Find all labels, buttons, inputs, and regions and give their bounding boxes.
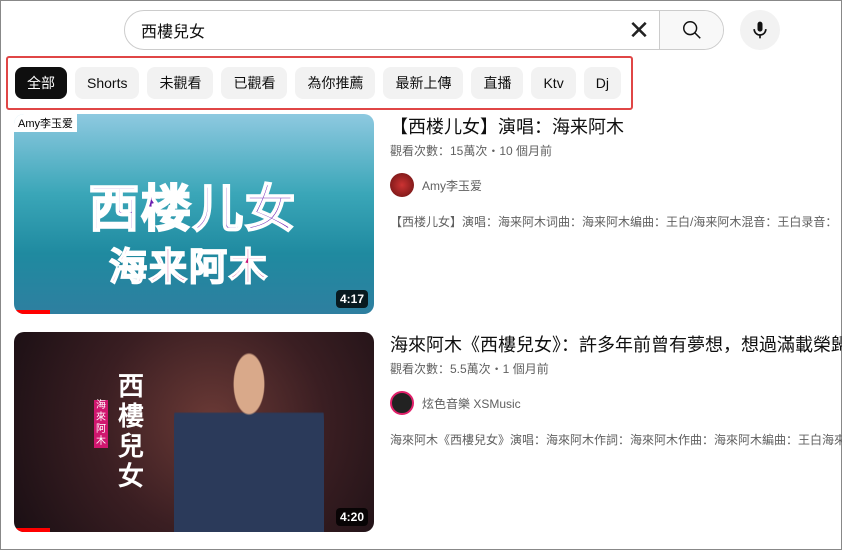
chip-all[interactable]: 全部 [15, 67, 67, 99]
video-title[interactable]: 【西楼儿女】演唱：海来阿木 [390, 114, 842, 140]
clear-icon[interactable]: ✕ [619, 11, 659, 49]
thumbnail-subtitle: 海来阿木 [108, 246, 270, 290]
video-meta: 觀看次數：15萬次・10 個月前 [390, 144, 553, 158]
channel-name[interactable]: Amy李玉爱 [422, 177, 482, 194]
watch-progress [14, 310, 50, 314]
thumbnail-title: 西樓兒女 [118, 372, 145, 492]
duration-badge: 4:20 [335, 508, 368, 526]
video-title[interactable]: 海來阿木《西樓兒女》：許多年前曾有夢想，想過滿載榮歸 [390, 332, 842, 358]
chip-shorts[interactable]: Shorts [75, 67, 140, 99]
singer-figure [174, 347, 324, 532]
video-description: 【西楼儿女】演唱：海来阿木词曲：海来阿木编曲：王白/海来阿木混音：王白录音： [390, 215, 838, 229]
chip-recent[interactable]: 最新上傳 [383, 67, 464, 99]
watch-progress [14, 528, 50, 532]
video-meta: 觀看次數：5.5萬次・1 個月前 [390, 362, 549, 376]
video-info: 【西楼儿女】演唱：海来阿木 觀看次數：15萬次・10 個月前 Amy李玉爱 【西… [390, 114, 842, 230]
chip-recommended[interactable]: 為你推薦 [295, 67, 376, 99]
thumbnail-subtitle: 海來阿木 [94, 400, 108, 448]
chip-unwatched[interactable]: 未觀看 [147, 67, 214, 99]
search-box[interactable]: 西樓兒女 ✕ [124, 10, 724, 50]
chip-live[interactable]: 直播 [471, 67, 524, 99]
chip-ktv[interactable]: Ktv [531, 67, 576, 99]
search-input[interactable]: 西樓兒女 [125, 18, 619, 42]
search-button[interactable] [659, 11, 723, 49]
video-thumbnail[interactable]: Amy李玉爱 西楼儿女 海来阿木 4:17 [14, 114, 374, 314]
video-description: 海來阿木《西樓兒女》演唱：海來阿木作詞：海來阿木作曲：海來阿木編曲：王白海來阿木 [390, 433, 842, 447]
filter-chips: 全部 Shorts 未觀看 已觀看 為你推薦 最新上傳 直播 Ktv Dj [6, 56, 633, 110]
thumbnail-title: 西楼儿女 [88, 180, 297, 238]
voice-search-button[interactable] [740, 10, 780, 50]
search-icon [682, 21, 701, 39]
channel-link[interactable]: 炫色音樂 XSMusic [390, 391, 842, 415]
chip-dj[interactable]: Dj [583, 67, 621, 99]
thumbnail-label: Amy李玉爱 [14, 114, 77, 132]
channel-avatar[interactable] [390, 173, 414, 197]
channel-name[interactable]: 炫色音樂 XSMusic [422, 395, 521, 412]
chip-watched[interactable]: 已觀看 [221, 67, 288, 99]
video-thumbnail[interactable]: 西樓兒女 海來阿木 4:20 [14, 332, 374, 532]
channel-link[interactable]: Amy李玉爱 [390, 173, 842, 197]
duration-badge: 4:17 [335, 290, 368, 308]
microphone-icon [753, 21, 767, 39]
channel-avatar[interactable] [390, 391, 414, 415]
video-info: 海來阿木《西樓兒女》：許多年前曾有夢想，想過滿載榮歸 觀看次數：5.5萬次・1 … [390, 332, 842, 448]
